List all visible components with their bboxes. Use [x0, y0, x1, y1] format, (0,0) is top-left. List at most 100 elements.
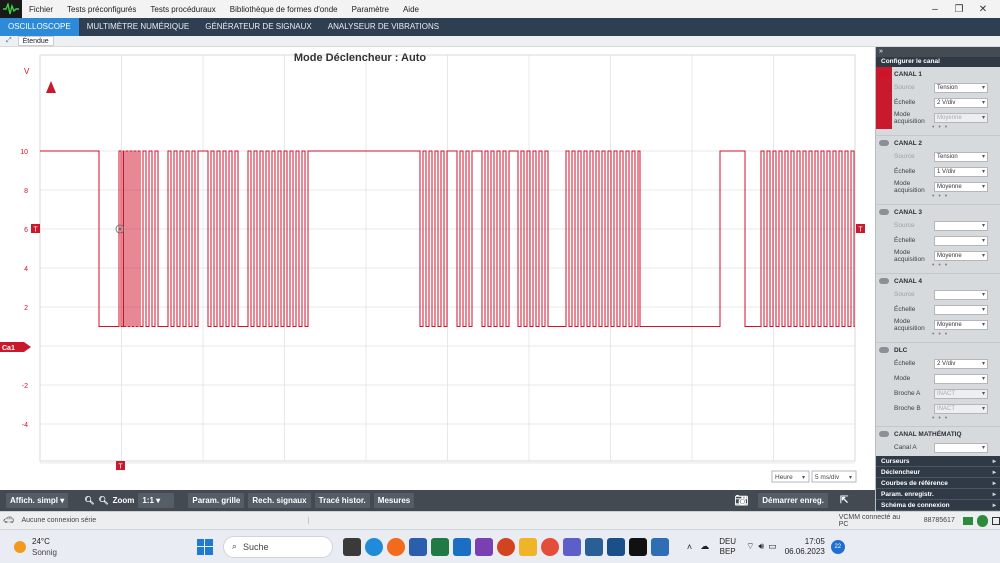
minimize-icon[interactable]: –: [924, 0, 946, 18]
explorer-icon[interactable]: [518, 537, 537, 556]
task-view-icon[interactable]: [342, 537, 361, 556]
setting-select[interactable]: INACT: [934, 388, 988, 399]
trigger-marker-right[interactable]: T: [856, 224, 865, 234]
cloud-icon[interactable]: ☁: [700, 541, 709, 552]
tab-multimetre[interactable]: MULTIMÈTRE NUMÉRIQUE: [79, 18, 198, 36]
chrome-icon[interactable]: [540, 537, 559, 556]
weather-widget[interactable]: 24°C Sonnig: [32, 536, 57, 558]
volume-icon[interactable]: 🔊︎: [759, 541, 765, 552]
channel-toggle[interactable]: [879, 347, 889, 353]
etendue-button[interactable]: Étendue: [17, 36, 54, 46]
panel-link[interactable]: Param. enregistr.: [876, 489, 1000, 500]
battery-icon[interactable]: ▭: [768, 541, 777, 552]
excel-icon[interactable]: [430, 537, 449, 556]
more-options-icon[interactable]: • • •: [894, 193, 1000, 202]
channel-toggle[interactable]: [879, 71, 889, 77]
setting-select[interactable]: 2 V/div: [934, 358, 988, 369]
app-icon[interactable]: [606, 537, 625, 556]
taskbar-search[interactable]: ⌕ Suche: [222, 535, 333, 558]
firefox-icon[interactable]: [386, 537, 405, 556]
setting-select[interactable]: [934, 373, 988, 384]
language-indicator[interactable]: DEU BEP: [719, 537, 736, 557]
setting-select[interactable]: 2 V/div: [934, 97, 988, 108]
waveform-plot[interactable]: 108642-2-4 V T T T Ca1 Heure ▾ 5 ms/div …: [0, 47, 875, 490]
trigger-marker-left[interactable]: T: [31, 224, 40, 234]
setting-select[interactable]: [934, 304, 988, 315]
powerpoint-icon[interactable]: [496, 537, 515, 556]
notification-badge[interactable]: 22: [830, 539, 845, 554]
trace-histor-button[interactable]: Tracé histor.: [314, 493, 370, 508]
trigger-marker-bottom[interactable]: T: [116, 461, 125, 471]
panel-link[interactable]: Curseurs: [876, 456, 1000, 467]
setting-select[interactable]: [934, 235, 988, 246]
more-options-icon[interactable]: • • •: [894, 262, 1000, 271]
weather-desc: Sonnig: [32, 547, 57, 557]
window-icon[interactable]: [992, 516, 1000, 525]
rech-signaux-button[interactable]: Rech. signaux: [248, 493, 311, 508]
oscilloscope-taskbar-icon[interactable]: [628, 537, 647, 556]
setting-select[interactable]: Tension: [934, 151, 988, 162]
setting-select[interactable]: Moyenne: [934, 319, 988, 330]
setting-select[interactable]: [934, 220, 988, 231]
setting-select[interactable]: Moyenne: [934, 250, 988, 261]
setting-select[interactable]: [934, 442, 988, 453]
setting-select[interactable]: 1 V/div: [934, 166, 988, 177]
more-options-icon[interactable]: • • •: [894, 124, 1000, 133]
channel1-marker[interactable]: Ca1: [0, 342, 31, 352]
setting-select[interactable]: [934, 289, 988, 300]
channel-toggle[interactable]: [879, 209, 889, 215]
chevron-up-icon[interactable]: ˄: [687, 542, 692, 552]
onenote-icon[interactable]: [474, 537, 493, 556]
security-icon[interactable]: [584, 537, 603, 556]
setting-label: Source: [894, 222, 915, 229]
param-grille-button[interactable]: Param. grille: [188, 493, 245, 508]
channel-toggle[interactable]: [879, 140, 889, 146]
demarrer-enreg-button[interactable]: Démarrer enreg.: [758, 493, 829, 508]
trigger-level-arrow-icon[interactable]: [46, 81, 56, 93]
start-icon[interactable]: [196, 538, 213, 555]
tab-generateur[interactable]: GÉNÉRATEUR DE SIGNAUX: [197, 18, 320, 36]
affich-simpl-dropdown[interactable]: Affich. simpl ▾: [6, 493, 69, 508]
time-unit-select[interactable]: Heure ▾: [771, 470, 810, 483]
tab-oscilloscope[interactable]: OSCILLOSCOPE: [0, 18, 79, 36]
plot-area[interactable]: 10 8 6 4 2 -2 -4 V T T T Ca1 Heure ▾ 5 m…: [0, 47, 875, 490]
zoom-ratio-select[interactable]: 1:1 ▾: [138, 493, 175, 508]
panel-link[interactable]: Déclencheur: [876, 467, 1000, 478]
menu-tests-proceduraux[interactable]: Tests procéduraux: [143, 5, 222, 14]
more-options-icon[interactable]: • • •: [894, 415, 1000, 424]
more-options-icon[interactable]: • • •: [894, 331, 1000, 340]
tab-analyseur[interactable]: ANALYSEUR DE VIBRATIONS: [320, 18, 447, 36]
camera-icon[interactable]: 📷︎: [734, 494, 748, 507]
restore-icon[interactable]: ❐: [948, 0, 970, 18]
menu-aide[interactable]: Aide: [396, 5, 426, 14]
setting-select[interactable]: Moyenne: [934, 181, 988, 192]
expand-icon[interactable]: ⤢: [6, 37, 12, 45]
panel-link[interactable]: Schéma de connexion: [876, 500, 1000, 511]
setting-select[interactable]: Moyenne: [934, 112, 988, 123]
edge-icon[interactable]: [364, 537, 383, 556]
teams-icon[interactable]: [562, 537, 581, 556]
panel-link[interactable]: Courbes de référence: [876, 478, 1000, 489]
setting-label: Mode acquisition: [894, 179, 925, 194]
setting-select[interactable]: INACT: [934, 403, 988, 414]
menu-tests-preconfigures[interactable]: Tests préconfigurés: [60, 5, 143, 14]
word-icon[interactable]: [408, 537, 427, 556]
export-icon[interactable]: ⇱: [840, 495, 848, 506]
menu-parametre[interactable]: Paramètre: [345, 5, 396, 14]
zoom-out-icon[interactable]: 🔍︎: [84, 496, 94, 505]
search-icon: ⌕: [231, 541, 237, 551]
collapse-panel-icon[interactable]: »: [876, 47, 1000, 57]
menu-bibliotheque[interactable]: Bibliothèque de formes d'onde: [223, 5, 345, 14]
calculator-icon[interactable]: [650, 537, 669, 556]
clock[interactable]: 17:05 06.06.2023: [785, 537, 825, 557]
setting-select[interactable]: Tension: [934, 82, 988, 93]
outlook-icon[interactable]: [452, 537, 471, 556]
zoom-in-icon[interactable]: 🔍︎: [98, 496, 108, 505]
mesures-button[interactable]: Mesures: [373, 493, 415, 508]
time-div-select[interactable]: 5 ms/div ▾: [811, 470, 857, 483]
channel-toggle[interactable]: [879, 278, 889, 284]
menu-fichier[interactable]: Fichier: [22, 5, 60, 14]
wifi-icon[interactable]: ⌔: [746, 541, 754, 552]
close-icon[interactable]: ✕: [972, 0, 994, 18]
channel-toggle[interactable]: [879, 431, 889, 437]
